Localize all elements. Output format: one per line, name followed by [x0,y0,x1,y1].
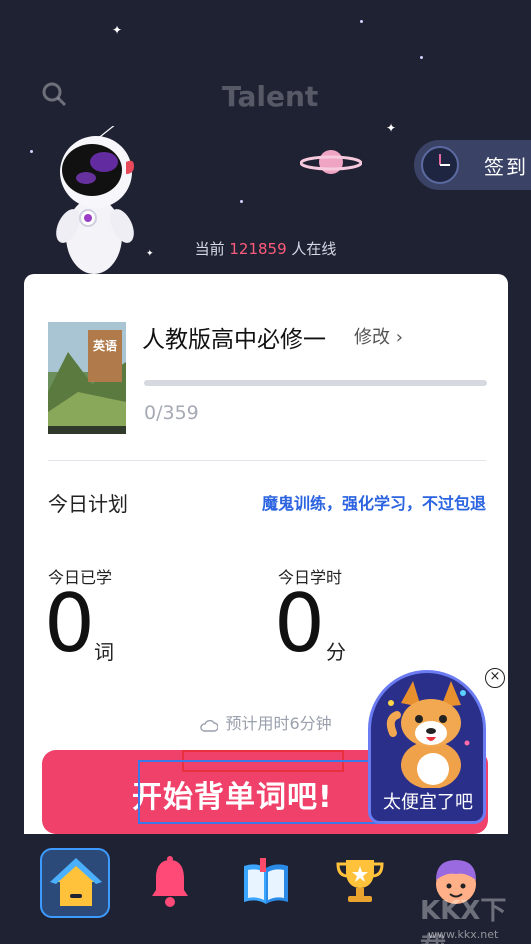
search-icon[interactable] [40,80,68,108]
edit-book-link[interactable]: 修改 › [354,323,403,349]
nav-reminder[interactable] [136,848,206,918]
star-dot [420,56,423,59]
corgi-mascot-icon [386,681,470,789]
star-icon: ✦ [386,121,397,135]
nav-home[interactable] [40,848,110,918]
study-time-value: 0 [274,577,325,670]
book-progress-bar [144,380,487,386]
learned-today-unit: 词 [94,640,114,664]
clock-icon [421,146,459,184]
cloud-icon [200,719,220,732]
star-dot [30,150,33,153]
daily-plan-label: 今日计划 [48,492,128,516]
promo-ad-banner[interactable]: 太便宜了吧 [368,670,486,824]
chevron-right-icon: › [395,327,403,348]
online-suffix: 人在线 [291,240,337,258]
check-in-button[interactable]: 签到 [414,140,531,190]
online-count-text: 当前 121859 人在线 [0,238,531,259]
estimate-label: 预计用时6分钟 [225,714,332,733]
book-cover-image[interactable]: 英语 [48,322,126,434]
watermark-url: www.kkx.net [428,928,499,941]
trophy-icon [336,860,384,902]
learned-today-value: 0 [44,577,95,670]
ghost-title: Talent [222,80,319,113]
book-progress-text: 0/359 [144,402,199,424]
home-icon [50,858,102,906]
edit-book-label: 修改 [354,327,390,348]
plan-promo-link[interactable]: 魔鬼训练，强化学习，不过包退 [262,490,486,514]
star-dot [360,20,363,23]
bell-icon [152,856,188,907]
online-prefix: 当前 [194,240,225,258]
close-icon[interactable]: × [485,668,505,688]
nav-ranking[interactable] [326,848,396,918]
book-title: 人教版高中必修一 [142,327,326,353]
ad-text: 太便宜了吧 [383,792,473,813]
star-icon: ✦ [112,23,123,37]
book-cover-label: 英语 [93,338,117,353]
book-icon [244,858,288,904]
divider [48,460,486,461]
online-count: 121859 [229,240,287,258]
star-dot [240,200,243,203]
planet-icon [300,150,362,174]
nav-library[interactable] [232,848,302,918]
check-in-label: 签到 [484,154,528,179]
study-time-unit: 分 [326,640,346,664]
